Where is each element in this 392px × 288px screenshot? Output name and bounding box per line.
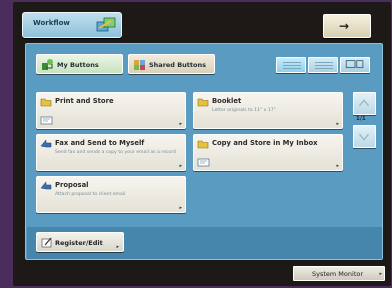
buttons-panel: My Buttons Shared Buttons Print and Stor… xyxy=(25,43,383,260)
list-view-button[interactable] xyxy=(276,57,306,73)
more-arrow-icon: ▸ xyxy=(179,205,182,211)
button-subtitle: Letter originals to 11" x 17" xyxy=(212,108,276,113)
folder-icon xyxy=(197,98,209,107)
fax-icon xyxy=(40,139,52,148)
document-icon xyxy=(197,158,210,167)
page-indicator: 1/1 xyxy=(356,116,366,122)
button-title: Proposal xyxy=(55,181,89,189)
button-subtitle: Send fax and sends a copy to your email … xyxy=(55,150,176,155)
register-edit-icon xyxy=(41,237,52,248)
more-arrow-icon: ▸ xyxy=(116,244,119,250)
register-edit-button[interactable]: Register/Edit ▸ xyxy=(36,232,124,252)
button-subtitle: Attach proposal to client email xyxy=(55,192,126,197)
folder-icon xyxy=(40,98,52,107)
tab-my-buttons-label: My Buttons xyxy=(57,61,99,69)
scroll-up-icon xyxy=(358,99,370,107)
my-buttons-icon xyxy=(42,59,53,70)
workflow-button-print-and-store[interactable]: Print and Store ▸ xyxy=(36,92,186,129)
folder-icon xyxy=(197,140,209,149)
more-arrow-icon: ▸ xyxy=(336,163,339,169)
system-monitor-button[interactable]: System Monitor ▸ xyxy=(293,266,385,281)
scroll-down-button[interactable] xyxy=(353,125,376,148)
workflow-button-proposal[interactable]: Proposal Attach proposal to client email… xyxy=(36,176,186,213)
register-edit-label: Register/Edit xyxy=(55,239,103,247)
more-arrow-icon: ▸ xyxy=(179,163,182,169)
fax-icon xyxy=(40,181,52,190)
small-icon-view-button[interactable] xyxy=(308,57,338,73)
workflow-button-fax-and-send[interactable]: Fax and Send to Myself Send fax and send… xyxy=(36,134,186,171)
scroll-up-button[interactable] xyxy=(353,92,376,115)
large-icon-view-icon xyxy=(345,60,364,69)
more-arrow-icon: ▸ xyxy=(379,271,382,277)
tab-my-buttons[interactable]: My Buttons xyxy=(36,54,123,74)
switch-screen-button[interactable]: → xyxy=(323,14,371,38)
workflow-button-booklet[interactable]: Booklet Letter originals to 11" x 17" ▸ xyxy=(193,92,343,129)
right-arrow-icon: → xyxy=(339,19,350,33)
workflow-title: Workflow xyxy=(33,19,70,27)
button-title: Fax and Send to Myself xyxy=(55,139,145,147)
small-icon-view-icon xyxy=(315,62,333,70)
workflow-tab[interactable]: Workflow xyxy=(22,12,122,38)
button-title: Copy and Store in My Inbox xyxy=(212,139,318,147)
button-title: Booklet xyxy=(212,97,242,105)
shared-buttons-icon xyxy=(134,60,145,70)
workflow-icon xyxy=(96,17,116,32)
button-title: Print and Store xyxy=(55,97,114,105)
workflow-button-copy-and-store[interactable]: Copy and Store in My Inbox ▸ xyxy=(193,134,343,171)
large-icon-view-button[interactable] xyxy=(340,57,370,73)
system-monitor-label: System Monitor xyxy=(312,270,364,278)
tab-shared-buttons-label: Shared Buttons xyxy=(149,61,206,69)
list-view-icon xyxy=(283,62,301,70)
more-arrow-icon: ▸ xyxy=(179,121,182,127)
more-arrow-icon: ▸ xyxy=(336,121,339,127)
document-icon xyxy=(40,116,53,125)
scroll-down-icon xyxy=(358,133,370,141)
tab-shared-buttons[interactable]: Shared Buttons xyxy=(128,54,215,74)
